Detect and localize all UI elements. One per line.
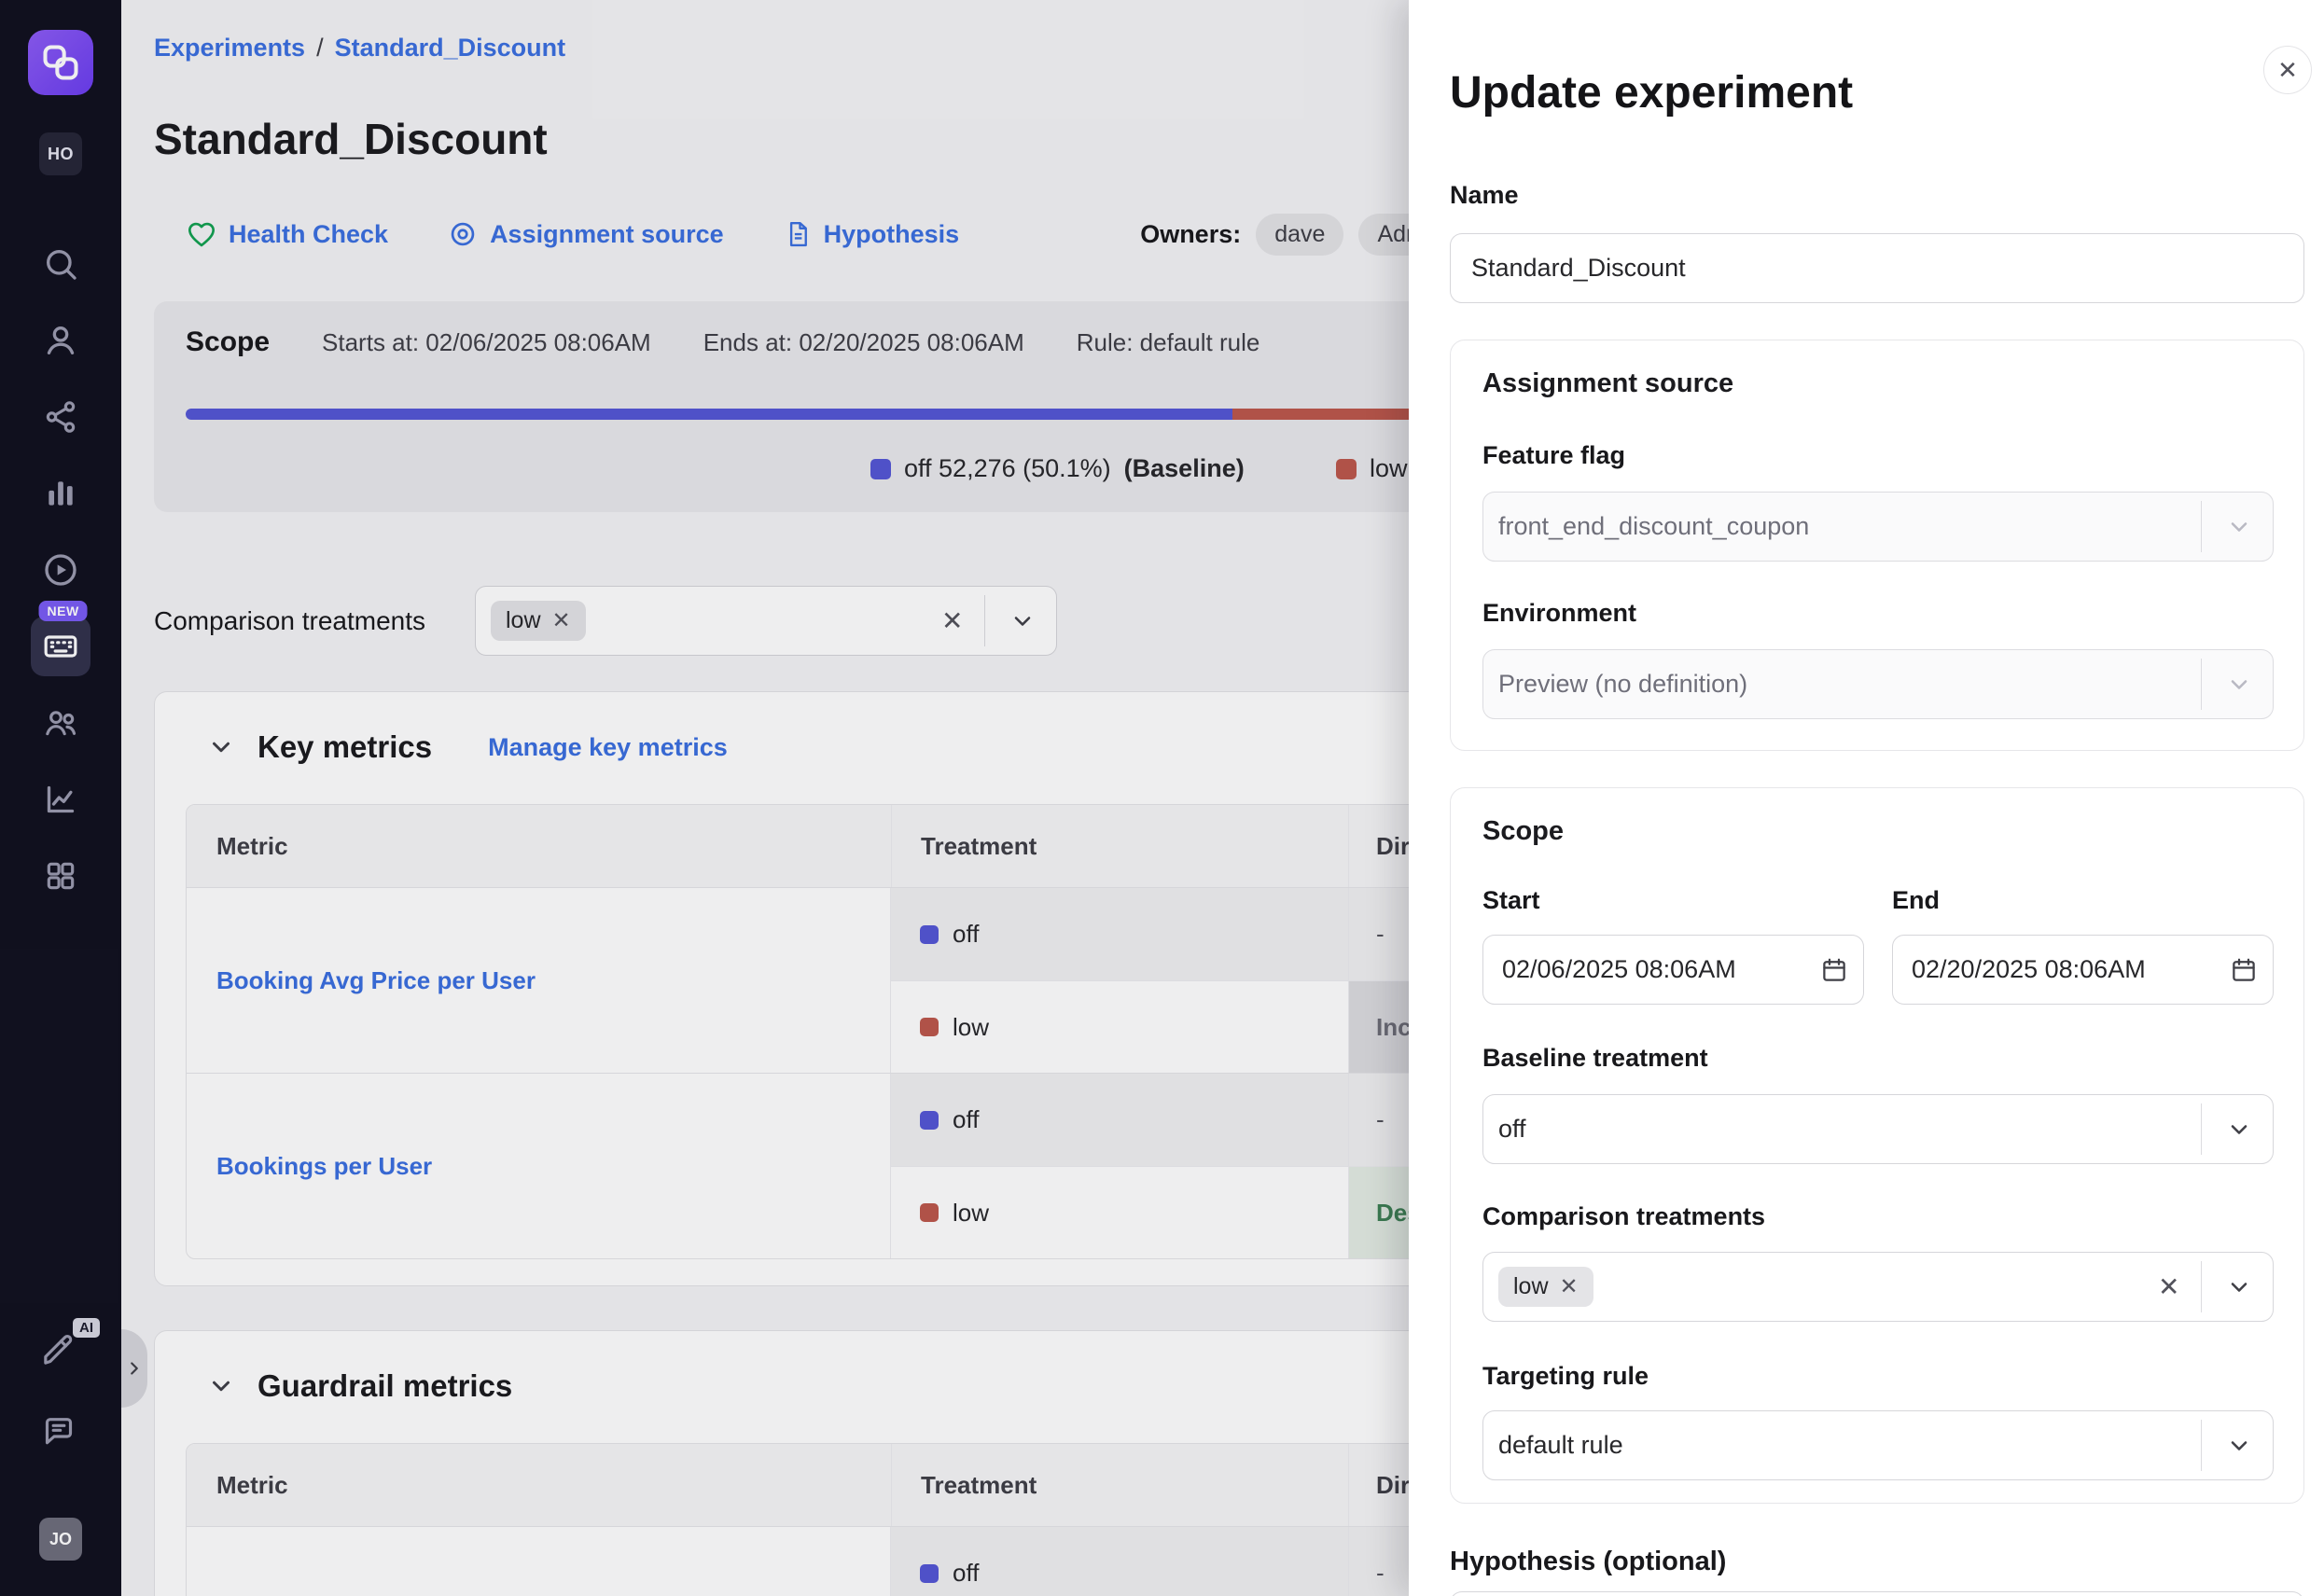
- scope-section: Scope Start End 02/06/2025 08:06AM 02/20…: [1450, 787, 2304, 1504]
- chevron-down-icon: [2215, 514, 2263, 540]
- start-date-input[interactable]: 02/06/2025 08:06AM: [1482, 935, 1864, 1005]
- end-date-value: 02/20/2025 08:06AM: [1912, 955, 2146, 984]
- overlay-scrim[interactable]: [0, 0, 1409, 1596]
- hypothesis-input[interactable]: [1450, 1591, 2304, 1596]
- feature-flag-value: front_end_discount_coupon: [1498, 512, 1809, 541]
- targeting-rule-label: Targeting rule: [1482, 1362, 1649, 1391]
- calendar-icon[interactable]: [1820, 956, 1848, 984]
- start-date-value: 02/06/2025 08:06AM: [1502, 955, 1736, 984]
- end-date-input[interactable]: 02/20/2025 08:06AM: [1892, 935, 2274, 1005]
- assignment-source-section-title: Assignment source: [1482, 368, 1733, 399]
- name-input[interactable]: [1450, 233, 2304, 303]
- update-experiment-drawer: ✕ Update experiment Name Assignment sour…: [1409, 0, 2324, 1596]
- environment-value: Preview (no definition): [1498, 670, 1747, 699]
- comparison-treatments-label: Comparison treatments: [1482, 1202, 1765, 1231]
- select-divider: [2201, 659, 2203, 710]
- treatment-chip-label: low: [1513, 1273, 1549, 1300]
- baseline-treatment-value: off: [1498, 1115, 1526, 1144]
- treatment-chip[interactable]: low ✕: [1498, 1267, 1593, 1307]
- clear-icon[interactable]: ✕: [2150, 1271, 2187, 1302]
- close-drawer-button[interactable]: ✕: [2263, 46, 2312, 94]
- calendar-icon[interactable]: [2230, 956, 2258, 984]
- assignment-source-section: Assignment source Feature flag front_end…: [1450, 340, 2304, 751]
- hypothesis-label: Hypothesis (optional): [1450, 1547, 1726, 1577]
- environment-select: Preview (no definition): [1482, 649, 2274, 719]
- end-label: End: [1892, 886, 1940, 915]
- scope-section-title: Scope: [1482, 816, 1564, 847]
- chevron-down-icon[interactable]: [2215, 1433, 2263, 1459]
- targeting-rule-value: default rule: [1498, 1431, 1623, 1460]
- name-label: Name: [1450, 181, 1519, 210]
- chevron-down-icon: [2215, 672, 2263, 698]
- chevron-down-icon[interactable]: [2215, 1117, 2263, 1143]
- select-divider: [2201, 1420, 2203, 1471]
- baseline-treatment-select[interactable]: off: [1482, 1094, 2274, 1164]
- feature-flag-select: front_end_discount_coupon: [1482, 492, 2274, 562]
- start-label: Start: [1482, 886, 1540, 915]
- drawer-title: Update experiment: [1450, 67, 1853, 118]
- comparison-treatments-multiselect[interactable]: low ✕ ✕: [1482, 1252, 2274, 1322]
- environment-label: Environment: [1482, 599, 1636, 628]
- select-divider: [2201, 501, 2203, 552]
- feature-flag-label: Feature flag: [1482, 441, 1625, 470]
- chevron-down-icon[interactable]: [2215, 1274, 2263, 1300]
- chip-remove-icon[interactable]: ✕: [1560, 1273, 1579, 1300]
- select-divider: [2201, 1103, 2203, 1155]
- close-icon: ✕: [2277, 56, 2298, 85]
- targeting-rule-select[interactable]: default rule: [1482, 1410, 2274, 1480]
- baseline-treatment-label: Baseline treatment: [1482, 1044, 1708, 1073]
- select-divider: [2201, 1261, 2203, 1312]
